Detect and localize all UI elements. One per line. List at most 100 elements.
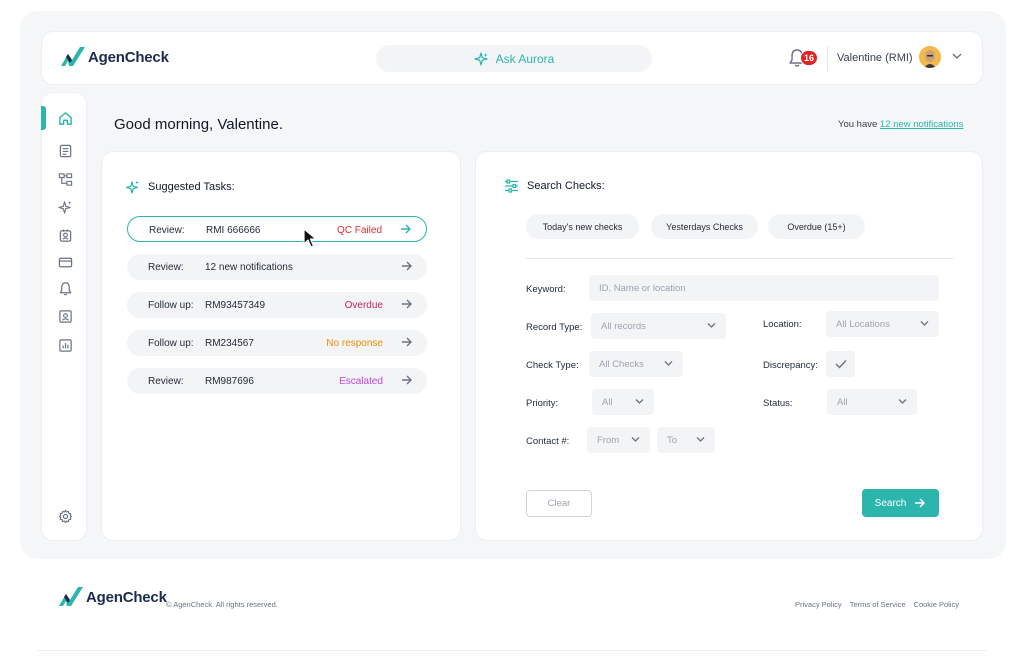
top-bar: AgenCheck Ask Aurora 16 Valentine (RMI): [41, 31, 983, 85]
sidebar-item-settings[interactable]: [57, 508, 73, 524]
id-card-icon: [58, 309, 72, 323]
divider: [525, 258, 954, 259]
arrow-right-icon: [402, 261, 412, 271]
search-button-label: Search: [874, 497, 907, 509]
quick-filter-yesterday[interactable]: Yesterdays Checks: [651, 214, 758, 239]
task-status: QC Failed: [336, 225, 382, 236]
task-status: Overdue: [344, 300, 383, 311]
arrow-right-icon: [401, 224, 411, 234]
keyword-label: Keyword:: [526, 284, 566, 295]
status-label: Status:: [763, 398, 793, 409]
priority-label: Priority:: [526, 398, 559, 409]
chevron-down-icon[interactable]: [952, 52, 962, 60]
clipboard-icon: [59, 144, 71, 157]
sidebar-item-profiles[interactable]: [57, 308, 73, 324]
copyright: © AgenCheck. All rights reserved.: [166, 600, 278, 609]
sidebar-active-indicator: [41, 106, 46, 130]
notifications-summary: You have 12 new notifications: [838, 119, 964, 130]
footer-logo[interactable]: AgenCheck: [58, 586, 167, 608]
arrow-right-icon: [402, 337, 412, 347]
sidebar-item-home[interactable]: [57, 110, 73, 126]
sidebar-item-billing[interactable]: [57, 254, 73, 270]
suggested-tasks-card: Suggested Tasks: Review: RMI 666666 QC F…: [101, 151, 461, 541]
chevron-down-icon: [920, 321, 929, 326]
sidebar-item-ai[interactable]: [57, 199, 73, 215]
bell-icon: [59, 281, 71, 295]
sidebar: [41, 92, 87, 541]
user-name[interactable]: Valentine (RMI): [837, 52, 913, 64]
terms-of-service-link[interactable]: Terms of Service: [850, 600, 906, 609]
arrow-right-icon: [402, 375, 412, 385]
sparkle-icon: [474, 51, 488, 66]
sidebar-item-alerts[interactable]: [57, 280, 73, 296]
gear-icon: [58, 509, 72, 523]
home-icon: [58, 111, 72, 125]
record-type-select[interactable]: All records: [591, 313, 726, 339]
header-divider: [827, 46, 828, 72]
quick-filter-today[interactable]: Today's new checks: [526, 214, 639, 239]
chevron-down-icon: [635, 399, 644, 404]
sidebar-item-badges[interactable]: [57, 227, 73, 243]
privacy-policy-link[interactable]: Privacy Policy: [795, 600, 842, 609]
discrepancy-label: Discrepancy:: [763, 360, 818, 371]
arrow-right-icon: [402, 299, 412, 309]
sidebar-item-workflow[interactable]: [57, 171, 73, 187]
clear-button[interactable]: Clear: [526, 490, 592, 517]
task-status: Escalated: [339, 376, 383, 387]
avatar[interactable]: [919, 46, 941, 68]
check-type-label: Check Type:: [526, 360, 579, 371]
search-button[interactable]: Search: [862, 489, 939, 517]
chevron-down-icon: [898, 399, 907, 404]
mouse-cursor-icon: [303, 228, 317, 248]
footer-links: Privacy Policy Terms of Service Cookie P…: [795, 600, 959, 609]
ask-aurora-button[interactable]: Ask Aurora: [376, 45, 652, 72]
report-icon: [58, 338, 72, 352]
chevron-down-icon: [707, 323, 716, 328]
page-title: Good morning, Valentine.: [114, 116, 283, 133]
arrow-right-icon: [915, 498, 926, 508]
sliders-icon: [505, 179, 518, 193]
chevron-down-icon: [696, 437, 705, 442]
contact-to-select[interactable]: To: [657, 427, 715, 453]
hierarchy-icon: [58, 172, 72, 186]
sidebar-item-reports[interactable]: [57, 337, 73, 353]
quick-filter-overdue[interactable]: Overdue (15+): [768, 214, 865, 239]
cookie-policy-link[interactable]: Cookie Policy: [914, 600, 959, 609]
contact-from-select[interactable]: From: [587, 427, 650, 453]
notifications-button[interactable]: 16: [788, 47, 819, 71]
sparkle-icon: [57, 200, 72, 214]
sidebar-item-checks[interactable]: [57, 142, 73, 158]
logo-text: AgenCheck: [88, 48, 169, 66]
task-item[interactable]: Review: RM987696 Escalated: [127, 368, 427, 394]
suggested-tasks-title: Suggested Tasks:: [148, 181, 235, 193]
badge-icon: [59, 228, 71, 242]
task-item[interactable]: Follow up: RM93457349 Overdue: [127, 292, 427, 318]
priority-select[interactable]: All: [592, 389, 654, 415]
keyword-input[interactable]: ID, Name or location: [589, 275, 939, 301]
check-type-select[interactable]: All Checks: [589, 351, 683, 377]
search-checks-header: Search Checks:: [504, 179, 605, 193]
contact-label: Contact #:: [526, 436, 570, 447]
notifications-link[interactable]: 12 new notifications: [880, 119, 963, 130]
status-select[interactable]: All: [827, 389, 917, 415]
agencheck-logo-icon: [61, 47, 85, 66]
task-status: No response: [326, 338, 383, 349]
ask-aurora-label: Ask Aurora: [495, 51, 555, 66]
location-label: Location:: [763, 319, 802, 330]
suggested-tasks-header: Suggested Tasks:: [126, 180, 235, 194]
task-item[interactable]: Review: 12 new notifications: [127, 254, 427, 280]
notification-badge: 16: [800, 50, 819, 66]
record-type-label: Record Type:: [526, 322, 583, 333]
agencheck-logo-icon: [59, 587, 83, 606]
search-checks-card: [475, 151, 983, 541]
search-checks-title: Search Checks:: [527, 180, 605, 192]
sparkle-icon: [126, 180, 139, 194]
credit-card-icon: [58, 257, 72, 267]
location-select[interactable]: All Locations: [826, 311, 939, 337]
task-item[interactable]: Follow up: RM234567 No response: [127, 330, 427, 356]
chevron-down-icon: [631, 437, 640, 442]
task-item[interactable]: Review: RMI 666666 QC Failed: [127, 216, 427, 242]
footer-logo-text: AgenCheck: [86, 588, 167, 606]
discrepancy-checkbox[interactable]: [826, 351, 855, 377]
logo[interactable]: AgenCheck: [60, 46, 169, 68]
